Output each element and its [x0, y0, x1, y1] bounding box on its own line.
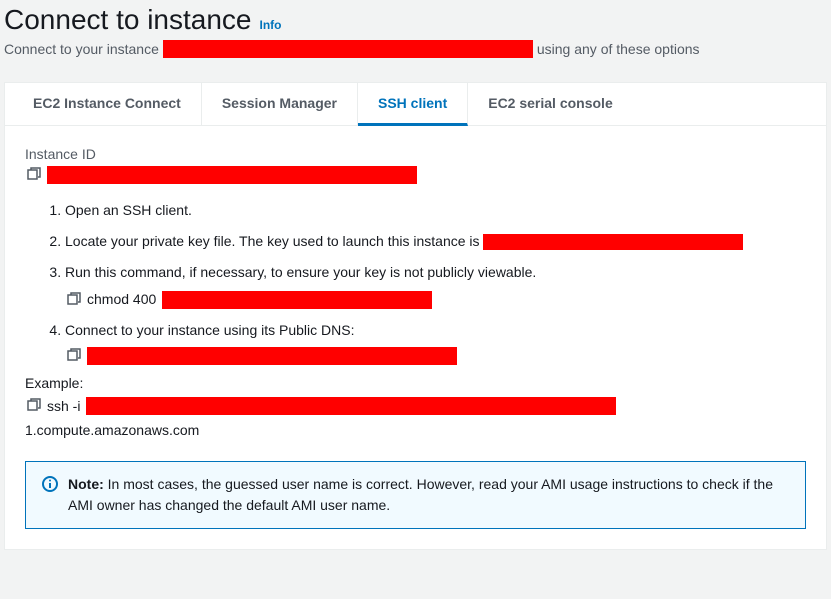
subtitle-suffix: using any of these options	[537, 41, 700, 57]
step-4: Connect to your instance using its Publi…	[65, 320, 806, 365]
step-1: Open an SSH client.	[65, 200, 806, 221]
subtitle-prefix: Connect to your instance	[4, 41, 159, 57]
instance-id-label: Instance ID	[25, 146, 806, 162]
redacted-public-dns	[87, 347, 457, 365]
page-title: Connect to instance	[4, 4, 252, 36]
copy-icon[interactable]	[65, 292, 81, 308]
info-link[interactable]: Info	[260, 18, 282, 32]
copy-icon[interactable]	[25, 167, 41, 183]
tab-ssh-client[interactable]: SSH client	[358, 83, 468, 126]
redacted-keyfile	[483, 234, 743, 250]
redacted-chmod-file	[162, 291, 432, 309]
tab-ec2-instance-connect[interactable]: EC2 Instance Connect	[13, 83, 202, 125]
chmod-command: chmod 400	[87, 289, 156, 310]
note-box: Note: In most cases, the guessed user na…	[25, 461, 806, 529]
info-icon	[42, 476, 58, 492]
tab-ec2-serial-console[interactable]: EC2 serial console	[468, 83, 633, 125]
example-label: Example:	[25, 375, 806, 391]
redacted-ssh-args	[86, 397, 616, 415]
ssh-command-suffix: 1.compute.amazonaws.com	[25, 419, 806, 441]
connect-panel: EC2 Instance Connect Session Manager SSH…	[4, 82, 827, 550]
step-2: Locate your private key file. The key us…	[65, 231, 806, 252]
tab-session-manager[interactable]: Session Manager	[202, 83, 358, 125]
step-3: Run this command, if necessary, to ensur…	[65, 262, 806, 310]
redacted-instance-id	[47, 166, 417, 184]
note-text: In most cases, the guessed user name is …	[68, 476, 773, 513]
copy-icon[interactable]	[25, 398, 41, 414]
note-label: Note:	[68, 476, 104, 492]
ssh-command-prefix: ssh -i	[47, 398, 80, 414]
tabs: EC2 Instance Connect Session Manager SSH…	[5, 83, 826, 126]
copy-icon[interactable]	[65, 348, 81, 364]
redacted-instance-name	[163, 40, 533, 58]
